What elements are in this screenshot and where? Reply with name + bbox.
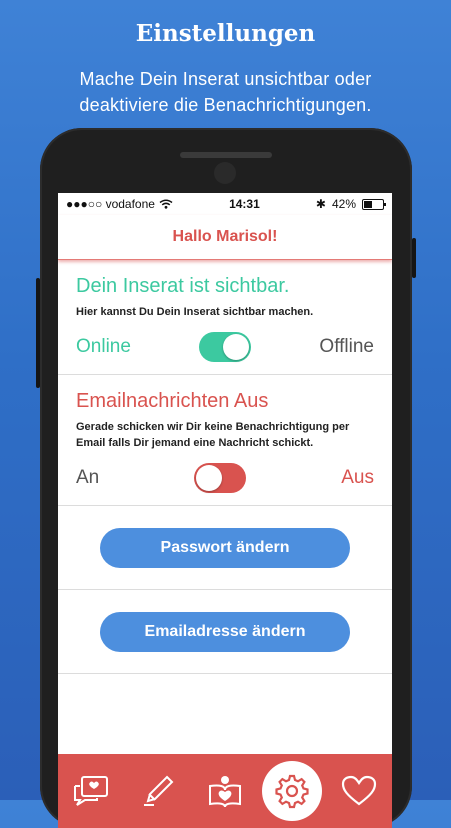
- tab-reader[interactable]: [195, 761, 255, 821]
- tab-settings[interactable]: [261, 761, 322, 821]
- on-label: An: [76, 467, 100, 488]
- email-button-section: Emailadresse ändern: [58, 590, 392, 674]
- tab-write[interactable]: [128, 761, 188, 821]
- password-button-section: Passwort ändern: [58, 506, 392, 590]
- reader-heart-icon: [208, 776, 241, 808]
- visibility-toggle[interactable]: [199, 332, 252, 362]
- tab-favorites[interactable]: [329, 761, 389, 821]
- tab-messages[interactable]: [61, 761, 121, 821]
- phone-frame: ●●●○○ vodafone 14:31 ✱ 42% Hallo Marisol…: [36, 128, 416, 828]
- tab-bar: [58, 754, 392, 828]
- front-camera: [214, 162, 236, 184]
- off-label: Aus: [341, 467, 374, 488]
- screen: ●●●○○ vodafone 14:31 ✱ 42% Hallo Marisol…: [58, 193, 392, 828]
- email-notifications-title: Emailnachrichten Aus: [76, 390, 269, 412]
- toggle-knob: [196, 465, 223, 491]
- promo-title: Einstellungen: [135, 20, 316, 47]
- offline-label: Offline: [319, 336, 374, 357]
- toggle-knob: [223, 334, 250, 360]
- heart-icon: [341, 775, 376, 806]
- greeting-title: Hallo Marisol!: [172, 228, 278, 245]
- clock: 14:31: [229, 197, 260, 211]
- online-label: Online: [76, 336, 131, 357]
- pen-icon: [144, 775, 174, 806]
- carrier-label: ●●●○○ vodafone: [66, 197, 155, 211]
- chat-heart-icon: [74, 776, 109, 806]
- email-notifications-section: Emailnachrichten Aus Gerade schicken wir…: [58, 375, 392, 506]
- visibility-description: Hier kannst Du Dein Inserat sichtbar mac…: [76, 306, 314, 318]
- change-password-button[interactable]: Passwort ändern: [100, 527, 350, 568]
- email-notifications-description: Gerade schicken wir Dir keine Benachrich…: [76, 421, 350, 449]
- gear-icon: [275, 774, 309, 809]
- promo-subtitle: Mache Dein Inserat unsichtbar oder deakt…: [0, 66, 451, 118]
- side-button-left: [36, 278, 40, 388]
- side-button-right: [412, 238, 416, 278]
- status-bar: ●●●○○ vodafone 14:31 ✱ 42%: [58, 193, 392, 215]
- visibility-section: Dein Inserat ist sichtbar. Hier kannst D…: [58, 260, 392, 375]
- app-header: Hallo Marisol!: [58, 215, 392, 260]
- promo-subtitle-line2: deaktiviere die Benachrichtigungen.: [79, 95, 372, 115]
- wifi-icon: [159, 199, 173, 209]
- bluetooth-icon: ✱: [315, 197, 326, 211]
- change-email-button[interactable]: Emailadresse ändern: [100, 611, 350, 652]
- battery-icon: [362, 198, 386, 210]
- visibility-title: Dein Inserat ist sichtbar.: [76, 275, 290, 297]
- speaker-grille: [180, 152, 272, 158]
- battery-percent: 42%: [331, 197, 356, 211]
- promo-subtitle-line1: Mache Dein Inserat unsichtbar oder: [79, 69, 372, 89]
- email-notifications-toggle[interactable]: [194, 463, 247, 493]
